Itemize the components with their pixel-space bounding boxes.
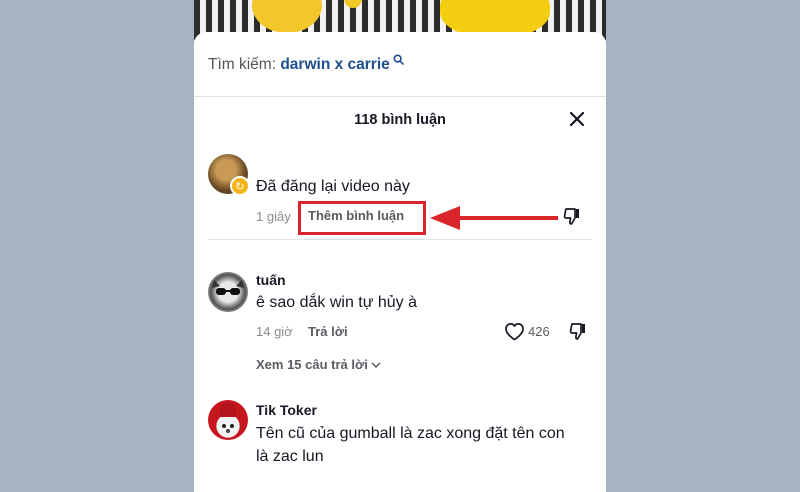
search-icon xyxy=(390,54,405,68)
view-replies-label: Xem 15 câu trả lời xyxy=(256,357,368,372)
comments-panel: Tìm kiếm: darwin x carrie 118 bình luận … xyxy=(194,32,606,492)
video-character-shape xyxy=(344,0,362,8)
chevron-down-icon xyxy=(371,357,382,372)
comment-text: ê sao dắk win tự hủy à xyxy=(256,294,418,311)
comment-text-line: là zac lun xyxy=(256,448,324,465)
like-count: 426 xyxy=(528,324,550,339)
add-comment-button[interactable]: Thêm bình luận xyxy=(308,208,404,223)
view-replies-button[interactable]: Xem 15 câu trả lời xyxy=(256,357,382,372)
comment-text: Đã đăng lại video này xyxy=(256,178,410,195)
search-prefix: Tìm kiếm: xyxy=(208,56,277,73)
comment-time: 14 giờ xyxy=(256,324,293,339)
comment-text-line: Tên cũ của gumball là zac xong đặt tên c… xyxy=(256,425,565,442)
divider xyxy=(208,239,592,240)
video-character-shape xyxy=(252,0,322,33)
repost-icon: ↻ xyxy=(230,176,250,196)
comment-username[interactable]: tuấn xyxy=(256,272,286,288)
pointer-arrow-icon xyxy=(430,206,558,230)
close-icon[interactable] xyxy=(564,106,590,132)
comments-count-title: 118 bình luận xyxy=(354,112,446,128)
dislike-icon[interactable] xyxy=(566,319,590,343)
dislike-icon[interactable] xyxy=(560,204,584,228)
avatar[interactable] xyxy=(208,400,248,440)
reply-button[interactable]: Trả lời xyxy=(308,324,348,339)
search-query[interactable]: darwin x carrie xyxy=(280,56,389,73)
divider xyxy=(194,96,606,97)
heart-icon[interactable] xyxy=(502,319,526,343)
search-suggestion[interactable]: Tìm kiếm: darwin x carrie xyxy=(208,54,405,74)
comment-username[interactable]: Tik Toker xyxy=(256,402,317,418)
comment-time: 1 giây xyxy=(256,209,291,224)
avatar[interactable] xyxy=(208,272,248,312)
